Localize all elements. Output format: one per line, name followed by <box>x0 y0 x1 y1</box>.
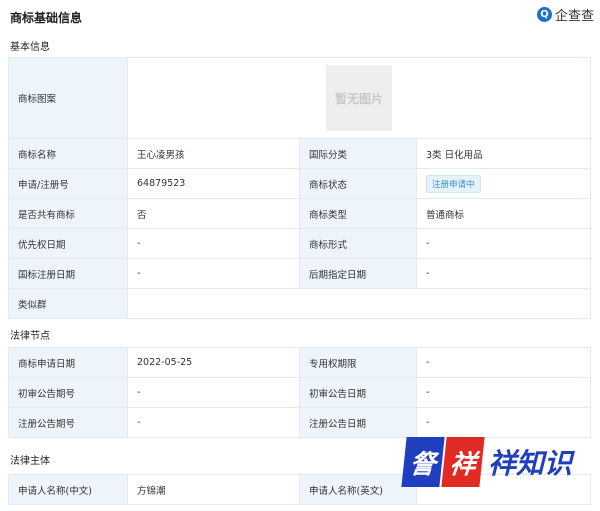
watermark-text: 祥知识 <box>488 447 573 480</box>
table-row: 商标名称 王心凌男孩 国际分类 3类 日化用品 <box>8 138 592 169</box>
field-value: 方锦潮 <box>127 474 300 505</box>
field-label: 初审公告日期 <box>299 377 417 408</box>
field-label: 申请人名称(英文) <box>299 474 417 505</box>
field-value: - <box>127 258 300 289</box>
field-value: - <box>127 228 300 259</box>
field-value: 3类 日化用品 <box>415 138 592 169</box>
field-label: 后期指定日期 <box>299 258 417 289</box>
section-title-legal: 法律节点 <box>10 331 50 342</box>
field-label: 是否共有商标 <box>8 198 128 229</box>
status-cell: 注册申请中 <box>415 168 592 199</box>
field-label: 商标类型 <box>299 198 417 229</box>
field-value: - <box>127 377 300 408</box>
field-value: 否 <box>127 198 300 229</box>
field-label: 国标注册日期 <box>8 258 128 289</box>
field-value: 王心凌男孩 <box>127 138 300 169</box>
field-label: 注册公告期号 <box>8 407 128 438</box>
table-row: 国标注册日期 - 后期指定日期 - <box>8 258 592 289</box>
field-label: 商标状态 <box>299 168 417 199</box>
table-row: 是否共有商标 否 商标类型 普通商标 <box>8 198 592 229</box>
field-label: 专用权期限 <box>299 347 417 378</box>
page-title: 商标基础信息 <box>10 11 83 25</box>
section-title-basic: 基本信息 <box>10 42 50 53</box>
field-value: 64879523 <box>127 168 300 199</box>
field-label: 国际分类 <box>299 138 417 169</box>
field-value: - <box>415 228 592 259</box>
field-value: - <box>415 258 592 289</box>
trademark-image-cell: 暂无图片 <box>126 57 592 139</box>
watermark-logo: 詧 祥 祥知识 <box>401 432 584 492</box>
field-value: 2022-05-25 <box>127 347 300 378</box>
legal-nodes-table: 商标申请日期 2022-05-25 专用权期限 - 初审公告期号 - 初审公告日… <box>8 347 591 438</box>
field-value: - <box>416 347 591 378</box>
field-value: 普通商标 <box>415 198 592 229</box>
field-label: 商标形式 <box>299 228 417 259</box>
table-row: 申请/注册号 64879523 商标状态 注册申请中 <box>8 168 592 199</box>
field-label: 商标申请日期 <box>8 347 128 378</box>
field-value: - <box>127 407 300 438</box>
basic-info-table: 商标图案 暂无图片 商标名称 王心凌男孩 国际分类 3类 日化用品 申请/注册号… <box>8 57 592 319</box>
field-label: 商标名称 <box>8 138 128 169</box>
field-label: 申请/注册号 <box>8 168 128 199</box>
table-row: 优先权日期 - 商标形式 - <box>8 228 592 259</box>
status-badge: 注册申请中 <box>426 174 481 193</box>
no-image-placeholder: 暂无图片 <box>326 65 392 131</box>
logo-text: 企查查 <box>554 8 594 24</box>
section-title-subject: 法律主体 <box>10 456 50 467</box>
qichacha-logo[interactable]: Q 企查查 <box>536 4 594 24</box>
field-label: 类似群 <box>8 288 128 319</box>
field-label: 申请人名称(中文) <box>8 474 128 505</box>
table-row: 类似群 <box>8 288 592 319</box>
logo-mark-icon: Q <box>536 6 552 22</box>
field-value: - <box>416 377 591 408</box>
field-value <box>126 288 592 319</box>
field-label: 优先权日期 <box>8 228 128 259</box>
table-row: 初审公告期号 - 初审公告日期 - <box>8 377 591 408</box>
watermark-char-2: 祥 <box>441 437 485 487</box>
field-label: 注册公告日期 <box>299 407 417 438</box>
table-row: 商标申请日期 2022-05-25 专用权期限 - <box>8 347 591 378</box>
image-label: 商标图案 <box>8 57 128 139</box>
watermark-char-1: 詧 <box>401 437 445 487</box>
field-label: 初审公告期号 <box>8 377 128 408</box>
